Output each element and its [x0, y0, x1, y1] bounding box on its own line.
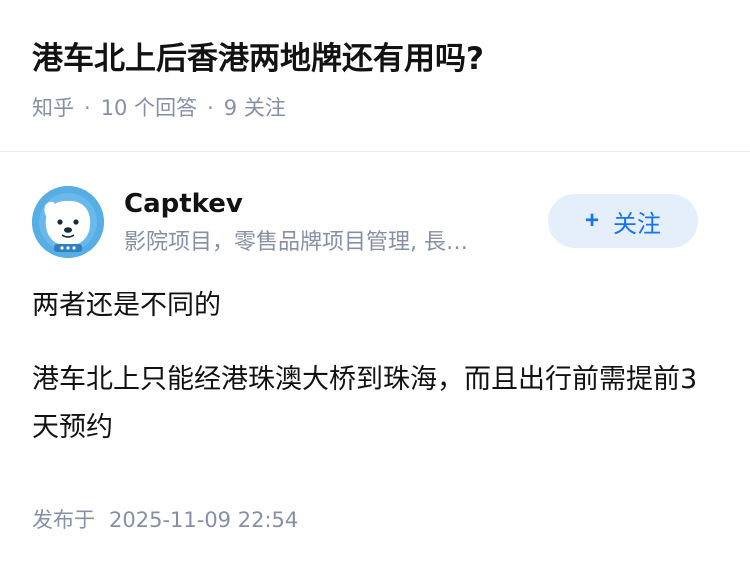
plus-icon: + [584, 207, 599, 234]
published-label: 发布于 [32, 508, 95, 532]
answer-author: Captkev 影院项目，零售品牌项目管理, 長… + 关注 [32, 186, 722, 266]
answer-paragraph: 两者还是不同的 [32, 290, 221, 321]
author-name[interactable]: Captkev [124, 186, 524, 222]
published-datetime: 2025-11-09 22:54 [109, 508, 299, 532]
followers-label: 关注 [243, 96, 286, 120]
question-title[interactable]: 港车北上后香港两地牌还有用吗? [32, 34, 726, 84]
follow-button[interactable]: + 关注 [548, 194, 698, 248]
meta-separator: · [84, 96, 91, 120]
divider [0, 151, 750, 152]
answer-content: 两者还是不同的 港车北上只能经港珠澳大桥到珠海，而且出行前需提前3天预约 [32, 282, 712, 478]
author-headline: 影院项目，零售品牌项目管理, 長… [124, 230, 468, 255]
dog-avatar-icon [32, 186, 104, 258]
source-label[interactable]: 知乎 [32, 96, 74, 120]
avatar[interactable] [32, 186, 104, 258]
question-meta: 知乎 · 10 个回答 · 9 关注 [32, 90, 726, 126]
publish-time: 发布于 2025-11-09 22:54 [32, 502, 298, 538]
follow-button-label: 关注 [613, 210, 661, 238]
author-info: Captkev 影院项目，零售品牌项目管理, 長… [124, 186, 524, 260]
followers-count: 9 [223, 96, 238, 120]
answers-count[interactable]: 10 [101, 96, 128, 120]
answer-paragraph: 港车北上只能经港珠澳大桥到珠海，而且出行前需提前3天预约 [32, 364, 698, 443]
answers-label[interactable]: 个回答 [134, 96, 197, 120]
meta-separator: · [207, 96, 214, 120]
question-header: 港车北上后香港两地牌还有用吗? 知乎 · 10 个回答 · 9 关注 [32, 34, 726, 126]
